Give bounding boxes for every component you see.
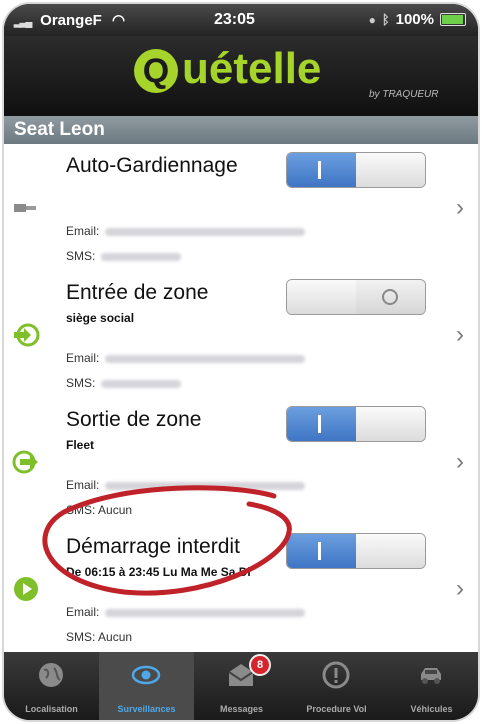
row-title: Auto-Gardiennage xyxy=(66,154,238,177)
sms-label: SMS: xyxy=(66,503,96,517)
chevron-right-icon: › xyxy=(456,194,464,221)
row-email: Email: xyxy=(66,351,306,365)
zone-exit-icon xyxy=(12,450,38,474)
logo-subtitle: by TRAQUEUR xyxy=(369,89,439,100)
tab-label: Localisation xyxy=(25,704,78,714)
section-header: Seat Leon xyxy=(4,116,478,144)
tab-label: Procedure Vol xyxy=(306,704,367,714)
start-block-icon xyxy=(14,577,38,601)
redacted-sms xyxy=(101,252,182,261)
wifi-icon: ◠ xyxy=(112,12,126,29)
alert-icon xyxy=(322,661,350,689)
toggle-entree-zone[interactable] xyxy=(286,279,426,315)
battery-icon xyxy=(440,13,466,26)
toggle-off-side xyxy=(356,153,425,187)
tab-label: Surveillances xyxy=(117,704,176,714)
toggle-demarrage-interdit[interactable] xyxy=(286,533,426,569)
row-email: Email: xyxy=(66,605,306,619)
toggle-on-side xyxy=(287,534,356,568)
lock-icon: ● xyxy=(368,12,376,27)
list-item[interactable]: Auto-Gardiennage Email: SMS: › xyxy=(4,144,478,272)
phone-screen: ▂▃▄ OrangeF ◠ 23:05 ● ᛒ 100% Quételle by… xyxy=(4,4,478,720)
row-email: Email: xyxy=(66,224,306,238)
sms-label: SMS: xyxy=(66,376,96,390)
redacted-email xyxy=(105,608,306,617)
unread-badge: 8 xyxy=(249,654,271,676)
logo-q-icon: Q xyxy=(134,49,178,94)
chevron-right-icon: › xyxy=(456,575,464,602)
tab-surveillances[interactable]: Surveillances xyxy=(99,652,194,720)
toggle-on-side xyxy=(287,407,356,441)
row-subtitle: siège social xyxy=(66,311,135,325)
clock: 23:05 xyxy=(214,11,255,28)
eye-icon xyxy=(131,665,161,685)
tab-vehicules[interactable]: Véhicules xyxy=(384,652,478,720)
carrier-name: OrangeF xyxy=(40,12,102,29)
sms-label: SMS: xyxy=(66,630,96,644)
toggle-on-side xyxy=(287,280,356,314)
tab-messages[interactable]: 8 Messages xyxy=(194,652,289,720)
tab-bar: Localisation Surveillances 8 Messages Pr… xyxy=(4,652,478,720)
row-sms: SMS: Aucun xyxy=(66,630,132,644)
email-label: Email: xyxy=(66,605,100,619)
toggle-auto-gardiennage[interactable] xyxy=(286,152,426,188)
toggle-off-mark xyxy=(382,289,398,305)
sms-value: Aucun xyxy=(98,503,133,517)
plug-icon xyxy=(14,204,36,212)
redacted-email xyxy=(105,227,306,236)
row-email: Email: xyxy=(66,478,306,492)
signal-icon: ▂▃▄ xyxy=(14,17,32,28)
email-label: Email: xyxy=(66,224,100,238)
section-title: Seat Leon xyxy=(14,119,105,140)
toggle-off-side xyxy=(356,534,425,568)
toggle-off-side xyxy=(356,407,425,441)
chevron-right-icon: › xyxy=(456,321,464,348)
row-title: Sortie de zone xyxy=(66,408,202,431)
redacted-email xyxy=(105,481,306,490)
alerts-list: Auto-Gardiennage Email: SMS: › Entrée de… xyxy=(4,144,478,653)
toggle-on-mark xyxy=(318,415,321,433)
carrier: ▂▃▄ OrangeF ◠ xyxy=(14,11,125,29)
redacted-email xyxy=(105,354,306,363)
globe-icon xyxy=(39,663,63,687)
logo-text: uételle xyxy=(182,44,322,93)
chevron-right-icon: › xyxy=(456,448,464,475)
tab-label: Messages xyxy=(219,704,264,714)
email-label: Email: xyxy=(66,351,100,365)
battery-percent: 100% xyxy=(395,11,434,28)
row-subtitle: Fleet xyxy=(66,438,95,452)
status-right: ● ᛒ 100% xyxy=(369,11,466,28)
row-sms: SMS: Aucun xyxy=(66,503,132,517)
app-header: Quételle by TRAQUEUR xyxy=(4,36,478,116)
toggle-on-mark xyxy=(318,542,321,560)
row-subtitle: De 06:15 à 23:45 Lu Ma Me Sa Di xyxy=(66,565,251,579)
zone-enter-icon xyxy=(14,323,40,347)
toggle-sortie-zone[interactable] xyxy=(286,406,426,442)
row-sms: SMS: xyxy=(66,376,182,390)
row-title: Entrée de zone xyxy=(66,281,209,304)
toggle-on-side xyxy=(287,153,356,187)
toggle-off-side xyxy=(356,280,425,314)
list-item[interactable]: Démarrage interdit De 06:15 à 23:45 Lu M… xyxy=(4,525,478,653)
app-logo: Quételle xyxy=(134,44,321,94)
tab-procedure-vol[interactable]: Procedure Vol xyxy=(289,652,384,720)
list-item[interactable]: Entrée de zone siège social Email: SMS: … xyxy=(4,271,478,399)
toggle-on-mark xyxy=(318,161,321,179)
sms-value: Aucun xyxy=(98,630,133,644)
status-bar: ▂▃▄ OrangeF ◠ 23:05 ● ᛒ 100% xyxy=(4,4,478,36)
sms-label: SMS: xyxy=(66,249,96,263)
redacted-sms xyxy=(101,379,182,388)
row-sms: SMS: xyxy=(66,249,182,263)
car-icon xyxy=(421,668,441,684)
bluetooth-icon: ᛒ xyxy=(381,12,390,27)
tab-localisation[interactable]: Localisation xyxy=(4,652,99,720)
row-title: Démarrage interdit xyxy=(66,535,240,558)
email-label: Email: xyxy=(66,478,100,492)
tab-label: Véhicules xyxy=(410,704,453,714)
list-item[interactable]: Sortie de zone Fleet Email: SMS: Aucun › xyxy=(4,398,478,526)
